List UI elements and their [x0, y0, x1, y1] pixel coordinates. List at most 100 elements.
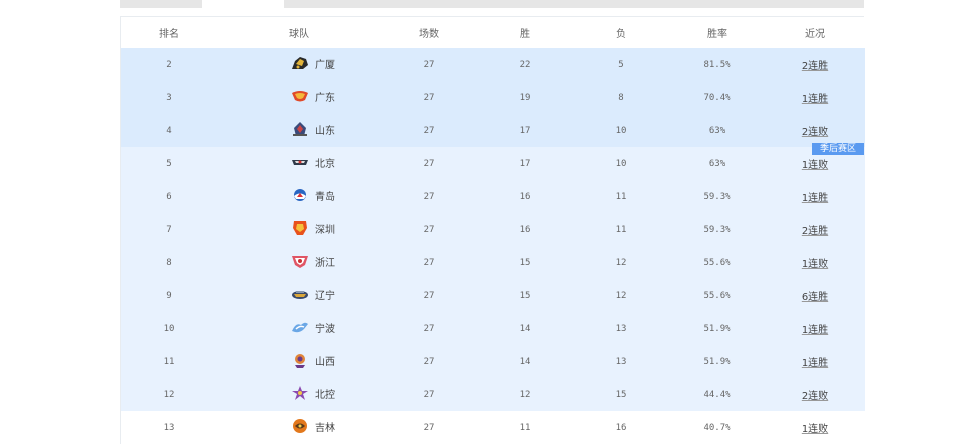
- win-pct-cell: 55.6%: [669, 279, 765, 312]
- streak-text: 1连胜: [801, 325, 829, 336]
- streak-cell: 1连胜: [765, 180, 865, 213]
- win-pct-cell: 59.3%: [669, 213, 765, 246]
- team-cell[interactable]: 广东: [217, 81, 381, 114]
- losses-cell: 15: [573, 378, 669, 411]
- streak-cell: 2连败: [765, 378, 865, 411]
- streak-text: 1连胜: [801, 358, 829, 369]
- streak-text: 6连胜: [801, 292, 829, 303]
- wins-cell: 22: [477, 48, 573, 81]
- rank-cell: 5: [121, 147, 217, 180]
- team-link[interactable]: 吉林: [291, 418, 335, 434]
- active-tab[interactable]: [202, 0, 284, 8]
- table-row[interactable]: 9 辽宁 27 15 12 55.6% 6连胜: [121, 279, 865, 312]
- column-header-streak: 近况: [765, 17, 865, 48]
- games-cell: 27: [381, 312, 477, 345]
- liaoning-logo-icon: [291, 286, 309, 302]
- rank-cell: 8: [121, 246, 217, 279]
- team-cell[interactable]: 北控: [217, 378, 381, 411]
- table-row[interactable]: 7 深圳 27 16 11 59.3% 2连胜: [121, 213, 865, 246]
- rank-cell: 11: [121, 345, 217, 378]
- losses-cell: 5: [573, 48, 669, 81]
- games-cell: 27: [381, 411, 477, 444]
- rank-cell: 7: [121, 213, 217, 246]
- streak-cell: 1连败: [765, 246, 865, 279]
- table-row[interactable]: 5 北京 27 17 10 63% 1连败: [121, 147, 865, 180]
- losses-cell: 13: [573, 345, 669, 378]
- team-link[interactable]: 宁波: [291, 319, 335, 335]
- team-cell[interactable]: 广厦: [217, 48, 381, 81]
- team-cell[interactable]: 北京: [217, 147, 381, 180]
- table-row[interactable]: 2 广厦 27 22 5 81.5% 2连胜: [121, 48, 865, 81]
- team-link[interactable]: 广厦: [291, 55, 335, 71]
- table-row[interactable]: 8 浙江 27 15 12 55.6% 1连败: [121, 246, 865, 279]
- team-link[interactable]: 浙江: [291, 253, 335, 269]
- games-cell: 27: [381, 81, 477, 114]
- ningbo-logo-icon: [291, 319, 309, 335]
- team-name: 山东: [315, 125, 335, 137]
- team-cell[interactable]: 山东: [217, 114, 381, 147]
- team-cell[interactable]: 宁波: [217, 312, 381, 345]
- win-pct-cell: 51.9%: [669, 345, 765, 378]
- streak-text: 1连败: [801, 160, 829, 171]
- team-cell[interactable]: 吉林: [217, 411, 381, 444]
- shenzhen-logo-icon: [291, 220, 309, 236]
- streak-cell: 1连胜: [765, 81, 865, 114]
- tab-bar: [120, 0, 864, 8]
- wins-cell: 15: [477, 279, 573, 312]
- table-row[interactable]: 3 广东 27 19 8 70.4% 1连胜: [121, 81, 865, 114]
- streak-text: 2连胜: [801, 226, 829, 237]
- team-cell[interactable]: 浙江: [217, 246, 381, 279]
- team-name: 宁波: [315, 323, 335, 335]
- win-pct-cell: 59.3%: [669, 180, 765, 213]
- losses-cell: 11: [573, 180, 669, 213]
- games-cell: 27: [381, 279, 477, 312]
- team-link[interactable]: 山东: [291, 121, 335, 137]
- streak-cell: 1连胜: [765, 312, 865, 345]
- streak-text: 1连败: [801, 259, 829, 270]
- team-cell[interactable]: 青岛: [217, 180, 381, 213]
- guangsha-logo-icon: [291, 55, 309, 71]
- team-cell[interactable]: 山西: [217, 345, 381, 378]
- team-link[interactable]: 北京: [291, 154, 335, 170]
- team-cell[interactable]: 深圳: [217, 213, 381, 246]
- streak-text: 1连胜: [801, 193, 829, 204]
- shandong-logo-icon: [291, 121, 309, 137]
- games-cell: 27: [381, 114, 477, 147]
- team-name: 青岛: [315, 191, 335, 203]
- win-pct-cell: 70.4%: [669, 81, 765, 114]
- win-pct-cell: 63%: [669, 147, 765, 180]
- losses-cell: 10: [573, 147, 669, 180]
- wins-cell: 14: [477, 345, 573, 378]
- table-row[interactable]: 11 山西 27 14 13 51.9% 1连胜: [121, 345, 865, 378]
- losses-cell: 16: [573, 411, 669, 444]
- team-name: 山西: [315, 356, 335, 368]
- team-link[interactable]: 青岛: [291, 187, 335, 203]
- streak-cell: 1连败: [765, 411, 865, 444]
- wins-cell: 17: [477, 114, 573, 147]
- rank-cell: 3: [121, 81, 217, 114]
- streak-cell: 6连胜: [765, 279, 865, 312]
- team-link[interactable]: 辽宁: [291, 286, 335, 302]
- team-name: 广东: [315, 92, 335, 104]
- team-link[interactable]: 广东: [291, 88, 335, 104]
- table-row[interactable]: 4 山东 27 17 10 63% 2连败: [121, 114, 865, 147]
- rank-cell: 10: [121, 312, 217, 345]
- table-row[interactable]: 10 宁波 27 14 13 51.9% 1连胜: [121, 312, 865, 345]
- team-cell[interactable]: 辽宁: [217, 279, 381, 312]
- wins-cell: 14: [477, 312, 573, 345]
- beikong-logo-icon: [291, 385, 309, 401]
- wins-cell: 11: [477, 411, 573, 444]
- team-link[interactable]: 山西: [291, 352, 335, 368]
- qingdao-logo-icon: [291, 187, 309, 203]
- streak-cell: 2连胜: [765, 213, 865, 246]
- table-row[interactable]: 13 吉林 27 11 16 40.7% 1连败: [121, 411, 865, 444]
- streak-text: 2连败: [801, 127, 829, 138]
- team-link[interactable]: 北控: [291, 385, 335, 401]
- team-link[interactable]: 深圳: [291, 220, 335, 236]
- streak-text: 2连胜: [801, 61, 829, 72]
- table-row[interactable]: 12 北控 27 12 15 44.4% 2连败: [121, 378, 865, 411]
- games-cell: 27: [381, 48, 477, 81]
- table-row[interactable]: 6 青岛 27 16 11 59.3% 1连胜: [121, 180, 865, 213]
- wins-cell: 16: [477, 180, 573, 213]
- losses-cell: 10: [573, 114, 669, 147]
